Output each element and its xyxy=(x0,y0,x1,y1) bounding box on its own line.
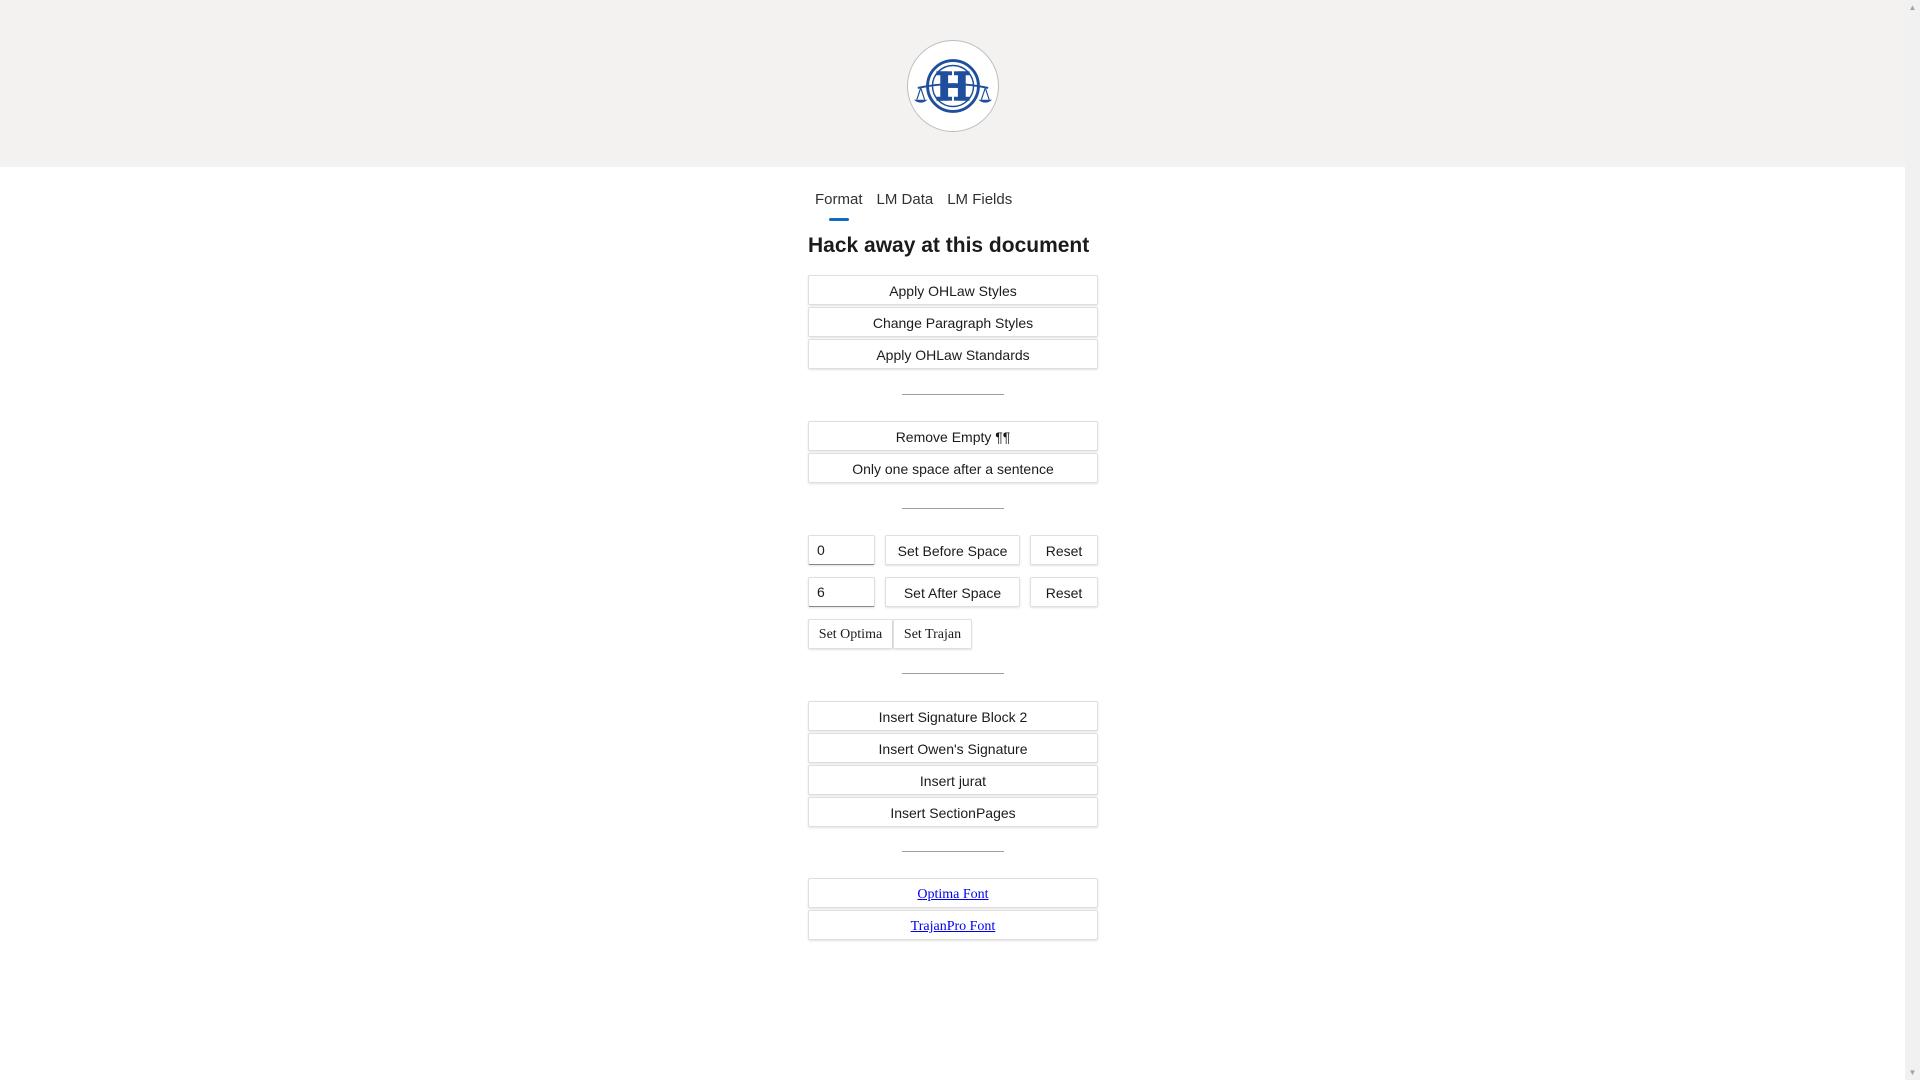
section-divider xyxy=(902,673,1004,674)
vertical-scrollbar[interactable]: ▲ ▼ xyxy=(1905,0,1920,1080)
set-after-space-button[interactable]: Set After Space xyxy=(885,577,1020,607)
insert-owens-signature-button[interactable]: Insert Owen's Signature xyxy=(808,733,1098,763)
insert-signature-block-button[interactable]: Insert Signature Block 2 xyxy=(808,701,1098,731)
insert-section-pages-button[interactable]: Insert SectionPages xyxy=(808,797,1098,827)
reset-after-space-button[interactable]: Reset xyxy=(1030,577,1098,607)
set-before-space-button[interactable]: Set Before Space xyxy=(885,535,1020,565)
apply-ohlaw-styles-button[interactable]: Apply OHLaw Styles xyxy=(808,275,1098,305)
apply-ohlaw-standards-button[interactable]: Apply OHLaw Standards xyxy=(808,339,1098,369)
after-space-input[interactable] xyxy=(808,577,875,607)
insert-jurat-button[interactable]: Insert jurat xyxy=(808,765,1098,795)
reset-before-space-button[interactable]: Reset xyxy=(1030,535,1098,565)
taskpane: Format LM Data LM Fields Hack away at th… xyxy=(0,0,1905,1080)
before-space-input[interactable] xyxy=(808,535,875,565)
one-space-after-sentence-button[interactable]: Only one space after a sentence xyxy=(808,453,1098,483)
optima-font-link[interactable]: Optima Font xyxy=(917,887,988,902)
trajanpro-font-link-box: TrajanPro Font xyxy=(808,910,1098,940)
chevron-down-icon[interactable]: ▼ xyxy=(1905,1065,1920,1080)
section-divider xyxy=(902,851,1004,852)
trajanpro-font-link[interactable]: TrajanPro Font xyxy=(911,919,996,934)
tab-bar: Format LM Data LM Fields xyxy=(808,188,1019,216)
set-trajan-button[interactable]: Set Trajan xyxy=(893,619,972,649)
tab-lm-fields[interactable]: LM Fields xyxy=(947,188,1012,216)
tab-lm-data[interactable]: LM Data xyxy=(877,188,934,216)
page-title: Hack away at this document xyxy=(808,234,1090,257)
header-banner xyxy=(0,0,1905,167)
tab-format[interactable]: Format xyxy=(815,188,863,216)
section-divider xyxy=(902,508,1004,509)
optima-font-link-box: Optima Font xyxy=(808,878,1098,908)
law-scales-logo-icon xyxy=(907,40,999,132)
remove-empty-paragraphs-button[interactable]: Remove Empty ¶¶ xyxy=(808,421,1098,451)
section-divider xyxy=(902,394,1004,395)
change-paragraph-styles-button[interactable]: Change Paragraph Styles xyxy=(808,307,1098,337)
chevron-up-icon[interactable]: ▲ xyxy=(1905,0,1920,15)
set-optima-button[interactable]: Set Optima xyxy=(808,619,893,649)
